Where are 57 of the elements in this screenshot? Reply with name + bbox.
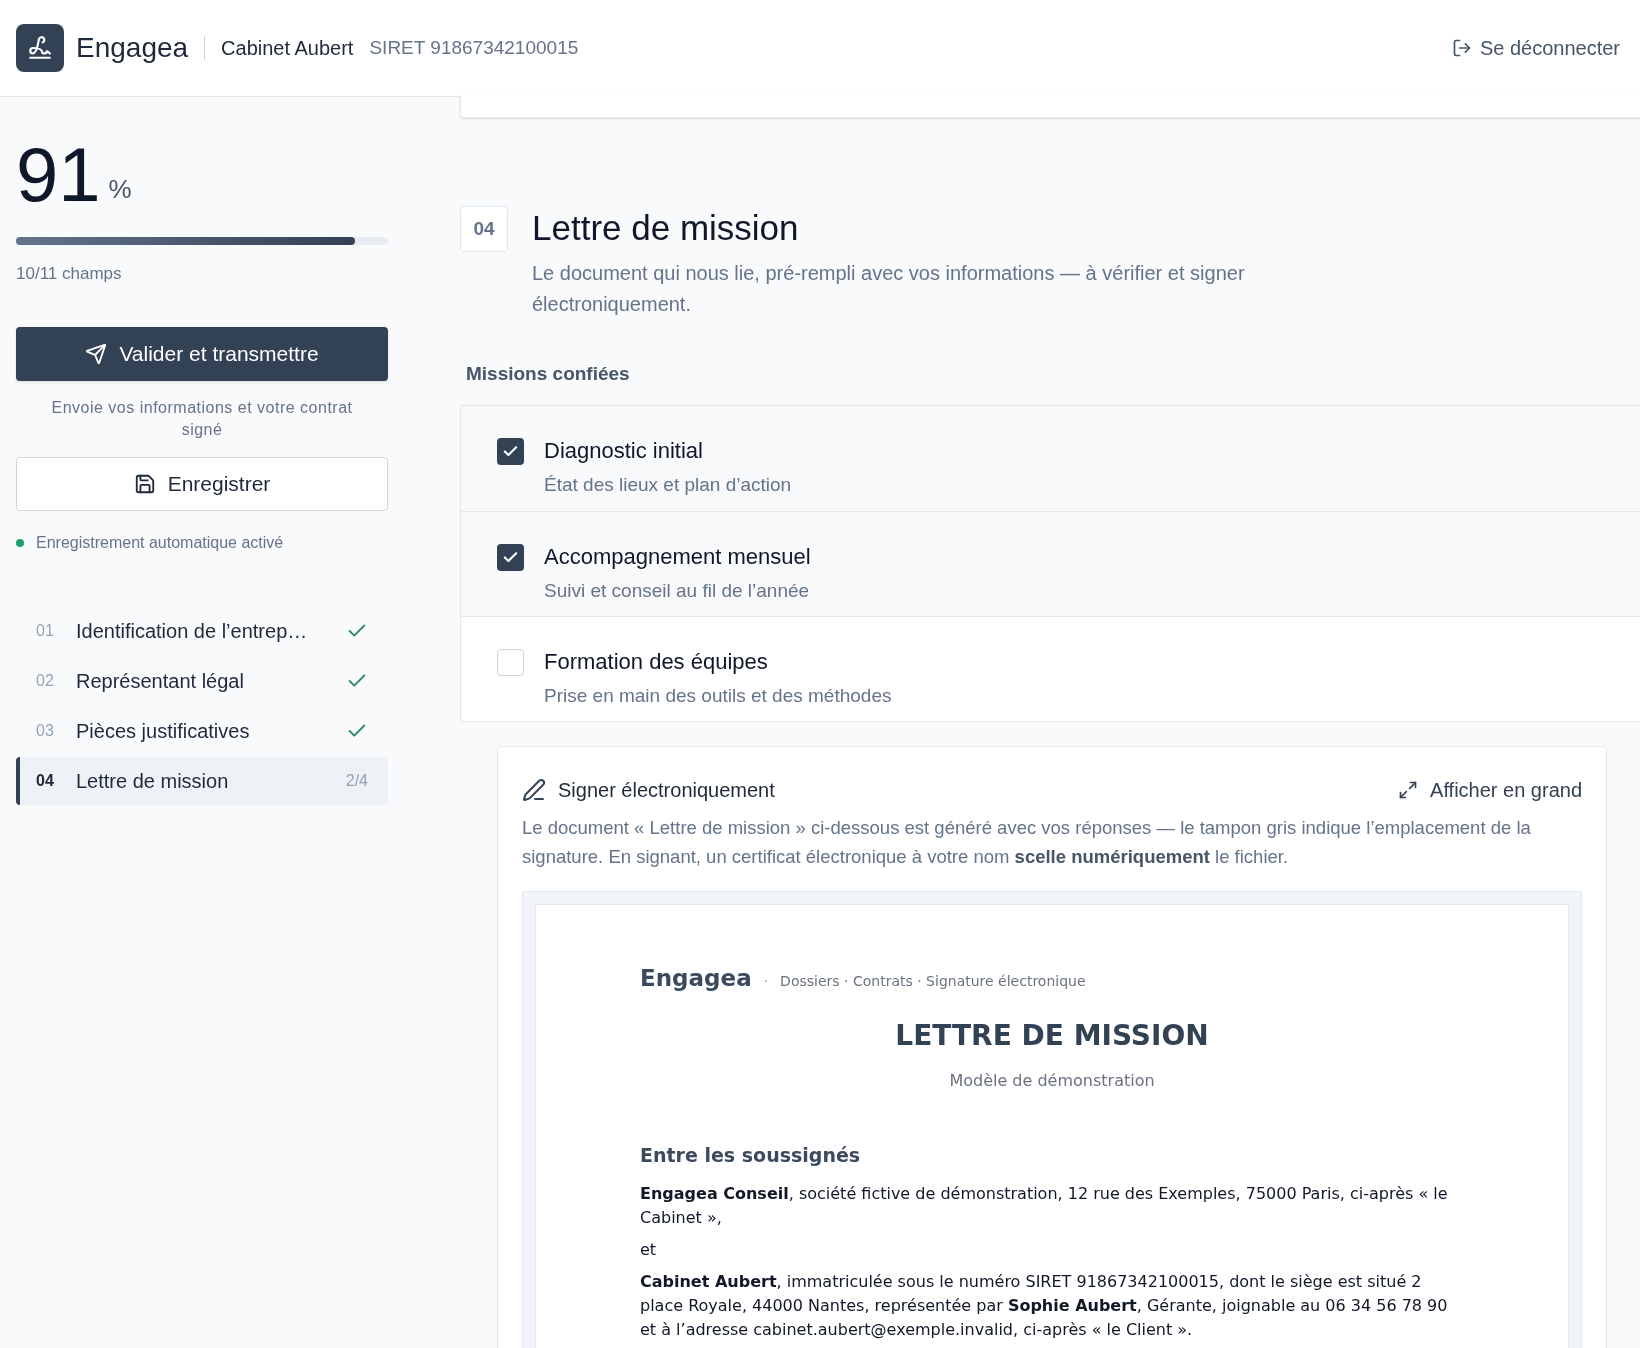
mission-option[interactable]: Accompagnement mensuel Suivi et conseil au fil de l’année [461,510,1640,616]
pen-icon [522,777,546,802]
step-label: Représentant légal [76,668,245,694]
step-label: Lettre de mission [76,768,230,794]
step-item[interactable]: 01 Identification de l’entrep… [16,606,388,655]
logo-icon [16,24,64,72]
percent-sign: % [108,173,132,206]
step-number: 01 [36,620,55,641]
mission-subtitle: Prise en main des outils et des méthodes [544,683,892,708]
checkbox[interactable] [497,648,524,676]
step-badge: 04 [460,206,508,252]
step-item[interactable]: 04 Lettre de mission 2/4 [16,756,388,805]
logout-icon [1451,38,1472,58]
mission-title: Diagnostic initial [544,436,704,465]
document-breadcrumb: Dossiers · Contrats · Signature électronique [780,971,1086,991]
submit-button[interactable]: Valider et transmettre [16,326,388,381]
autosave-status: Enregistrement automatique activé [36,532,284,553]
checkbox[interactable] [497,543,524,571]
step-label: Identification de l’entrep… [76,618,309,644]
document-paragraph: Engagea Conseil, société fictive de démonstration, 12 rue des Exemples, 75000 Paris, ci-après « le Cabinet », [640,1182,1449,1229]
save-icon [133,472,156,495]
step-number: 02 [36,670,55,691]
brand-name: Engagea [76,31,189,65]
mission-option[interactable]: Diagnostic initial État des lieux et plan d’action [461,405,1640,511]
checkbox[interactable] [497,437,524,465]
expand-icon [1398,779,1419,800]
completion-percent: 91 [16,137,101,213]
mission-subtitle: Suivi et conseil au fil de l’année [544,578,811,603]
mission-title: Accompagnement mensuel [544,542,811,571]
document-heading: Entre les soussignés [640,1143,862,1168]
missions-heading: Missions confiées [466,362,631,386]
step-label: Pièces justificatives [76,718,251,744]
siret-number: SIRET 91867342100015 [369,35,579,60]
submit-hint: Envoie vos informations et votre contrat signé [50,397,354,440]
field-count: 10/11 champs [16,263,123,285]
logout-button[interactable]: Se déconnecter [1451,33,1620,63]
save-button[interactable]: Enregistrer [16,456,388,511]
signature-description: Le document « Lettre de mission » ci-dessous est généré avec vos réponses — le tampon gris indique l’emplacement de la signature. En signant, un certificat électronique à votre nom scelle numériquement le fichier. [522,815,1532,869]
step-item[interactable]: 03 Pièces justificatives [16,706,388,755]
signature-title: Signer électroniquement [558,777,775,803]
step-number: 03 [36,720,55,741]
company-name: Cabinet Aubert [221,36,354,61]
breadcrumb-separator: · [763,971,769,991]
document-subtitle: Modèle de démonstration [948,1070,1156,1092]
document-paragraph: et [640,1238,658,1261]
send-icon [85,342,108,365]
document-brand: Engagea [640,963,752,993]
section-description: Le document qui nous lie, pré-rempli avec vos informations — à vérifier et signer électroniquement. [532,261,1246,317]
document-title: LETTRE DE MISSION [894,1018,1210,1054]
document-paragraph: Cabinet Aubert, immatriculée sous le numéro SIRET 91867342100015, dont le siège est situé 2 place Royale, 44000 Nantes, représentée par Sophie Aubert, Gérante, joignable au 06 34 56 78 90 et à l’adresse cabinet.aubert@exemple.invalid, ci-après « le Client ». [640,1270,1449,1341]
mission-subtitle: État des lieux et plan d’action [544,472,792,497]
step-progress: 2/4 [345,770,368,791]
step-item[interactable]: 02 Représentant légal [16,656,388,705]
section-title: Lettre de mission [532,207,800,249]
fullscreen-button[interactable]: Afficher en grand [1398,774,1582,805]
step-number: 04 [36,770,55,791]
mission-title: Formation des équipes [544,647,769,676]
